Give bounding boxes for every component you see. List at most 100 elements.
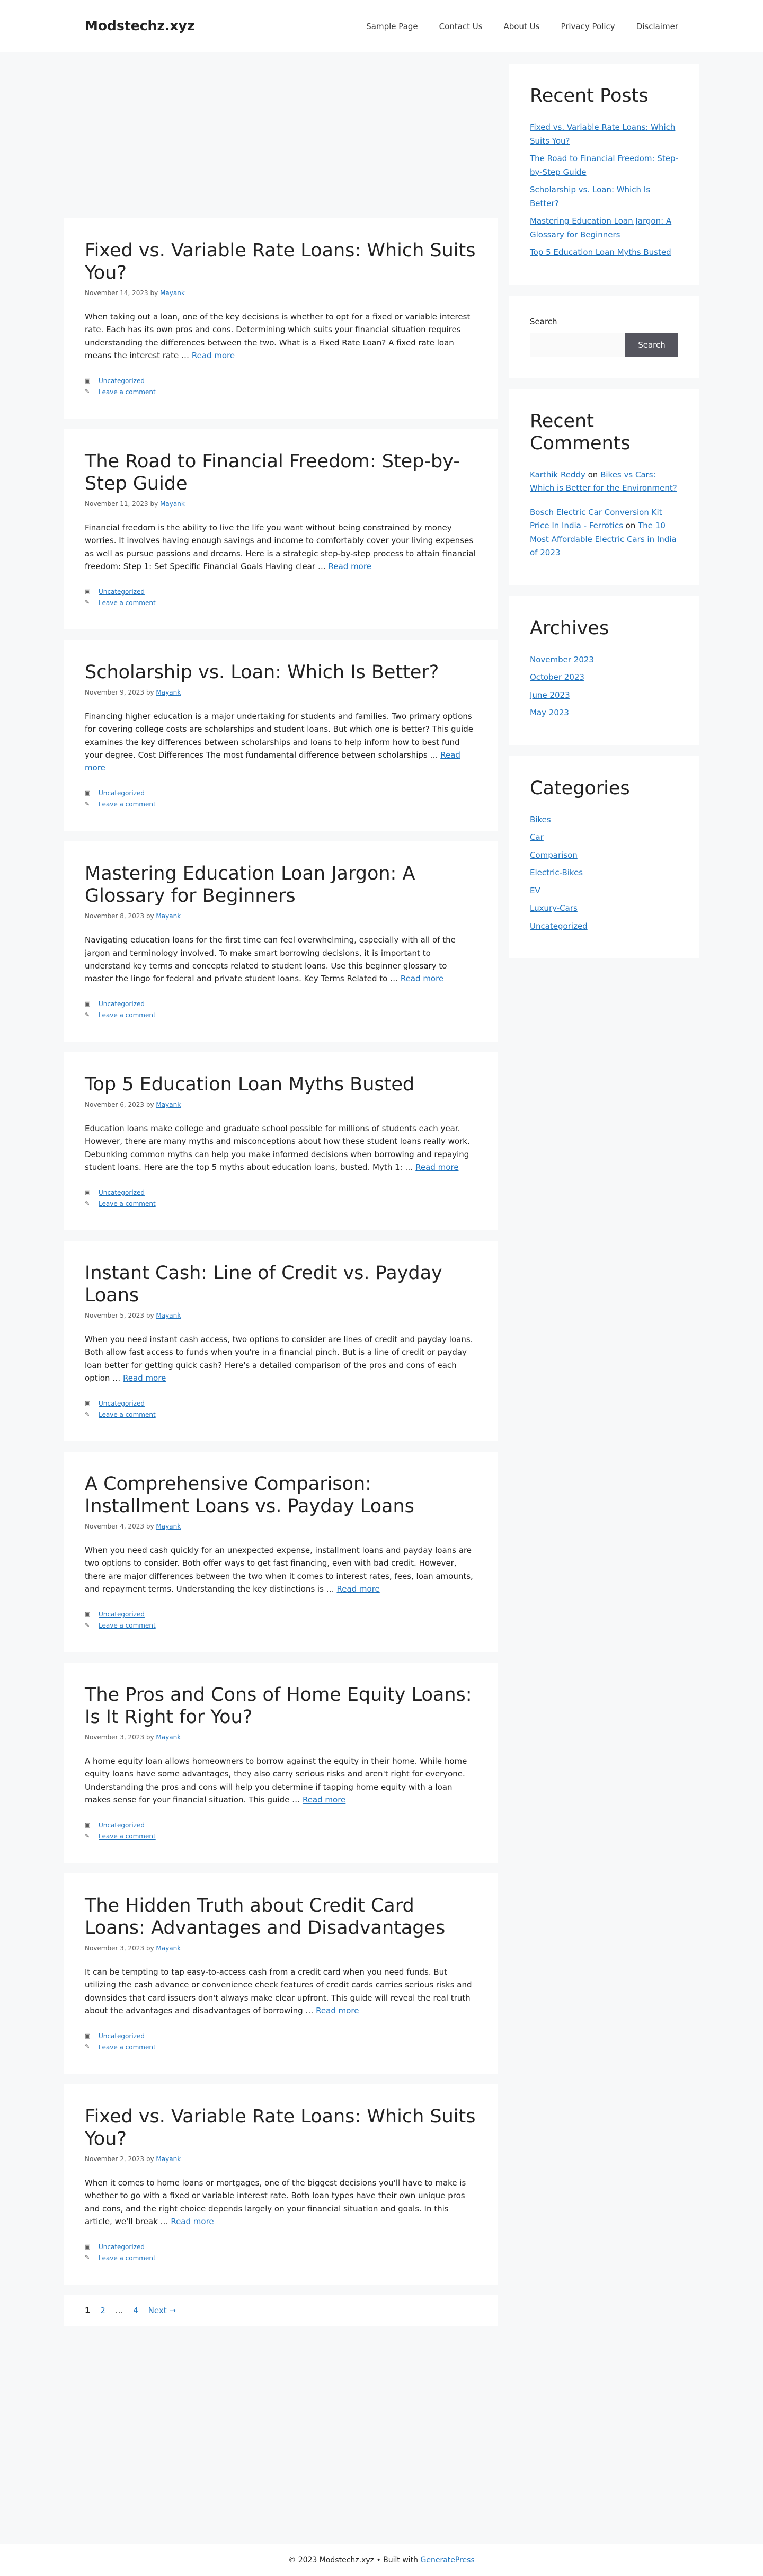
nav-privacy-policy[interactable]: Privacy Policy (561, 22, 615, 31)
pagination-page-2[interactable]: 2 (100, 2306, 105, 2315)
read-more-link[interactable]: Read more (316, 2006, 359, 2015)
category-link[interactable]: Luxury-Cars (530, 903, 578, 913)
leave-comment-link[interactable]: Leave a comment (99, 1620, 156, 1631)
post-title-link[interactable]: A Comprehensive Comparison: Installment … (85, 1473, 414, 1517)
post-title-link[interactable]: Fixed vs. Variable Rate Loans: Which Sui… (85, 240, 475, 283)
post-title-link[interactable]: Instant Cash: Line of Credit vs. Payday … (85, 1263, 442, 1306)
post-title[interactable]: The Hidden Truth about Credit Card Loans… (85, 1895, 477, 1939)
leave-comment-link[interactable]: Leave a comment (99, 1831, 156, 1842)
post-summary: A home equity loan allows homeowners to … (85, 1755, 477, 1806)
post-title[interactable]: Fixed vs. Variable Rate Loans: Which Sui… (85, 2106, 477, 2150)
post-title-link[interactable]: Mastering Education Loan Jargon: A Gloss… (85, 863, 415, 907)
post-summary: When taking out a loan, one of the key d… (85, 310, 477, 362)
post-author-link[interactable]: Mayank (156, 1944, 181, 1952)
post-date: November 14, 2023 (85, 289, 148, 297)
recent-post-link[interactable]: Top 5 Education Loan Myths Busted (530, 247, 671, 257)
post-excerpt: Financial freedom is the ability to live… (85, 522, 476, 571)
category-link[interactable]: Uncategorized (530, 921, 588, 931)
post-category-link[interactable]: Uncategorized (99, 1609, 145, 1620)
post-title[interactable]: Instant Cash: Line of Credit vs. Payday … (85, 1262, 477, 1307)
post-excerpt: A home equity loan allows homeowners to … (85, 1756, 467, 1805)
post-author-link[interactable]: Mayank (156, 1101, 181, 1108)
leave-comment-link[interactable]: Leave a comment (99, 1010, 156, 1020)
post-title[interactable]: A Comprehensive Comparison: Installment … (85, 1473, 477, 1517)
post-title-link[interactable]: The Pros and Cons of Home Equity Loans: … (85, 1684, 472, 1728)
archive-link[interactable]: November 2023 (530, 655, 594, 664)
read-more-link[interactable]: Read more (123, 1373, 166, 1383)
category-link[interactable]: Bikes (530, 815, 551, 824)
post-category-link[interactable]: Uncategorized (99, 788, 145, 798)
post-author-link[interactable]: Mayank (156, 2155, 181, 2163)
post-title[interactable]: Scholarship vs. Loan: Which Is Better? (85, 661, 477, 683)
leave-comment-link[interactable]: Leave a comment (99, 1198, 156, 1209)
pagination-last-page[interactable]: 4 (133, 2306, 138, 2315)
category-link[interactable]: Comparison (530, 850, 578, 860)
post-title-link[interactable]: Top 5 Education Loan Myths Busted (85, 1074, 414, 1095)
leave-comment-link[interactable]: Leave a comment (99, 387, 156, 397)
nav-about-us[interactable]: About Us (504, 22, 540, 31)
nav-contact-us[interactable]: Contact Us (439, 22, 483, 31)
recent-posts-widget: Recent Posts Fixed vs. Variable Rate Loa… (509, 64, 699, 285)
post-title[interactable]: The Road to Financial Freedom: Step-by-S… (85, 450, 477, 495)
post-category-link[interactable]: Uncategorized (99, 1398, 145, 1409)
post-author-link[interactable]: Mayank (156, 1312, 181, 1319)
read-more-link[interactable]: Read more (415, 1162, 458, 1172)
comment-author-link[interactable]: Karthik Reddy (530, 470, 585, 479)
post-title-link[interactable]: The Hidden Truth about Credit Card Loans… (85, 1895, 445, 1939)
site-title-link[interactable]: Modstechz.xyz (85, 18, 194, 33)
post-title[interactable]: Mastering Education Loan Jargon: A Gloss… (85, 863, 477, 907)
category-link[interactable]: Electric-Bikes (530, 868, 583, 877)
read-more-link[interactable]: Read more (303, 1795, 345, 1805)
leave-comment-link[interactable]: Leave a comment (99, 2253, 156, 2263)
post-excerpt: Navigating education loans for the first… (85, 935, 456, 984)
recent-post-link[interactable]: The Road to Financial Freedom: Step-by-S… (530, 154, 678, 177)
recent-post-link[interactable]: Mastering Education Loan Jargon: A Gloss… (530, 216, 671, 239)
post-list: Fixed vs. Variable Rate Loans: Which Sui… (64, 218, 498, 2326)
post-category-link[interactable]: Uncategorized (99, 587, 145, 597)
post-category-link[interactable]: Uncategorized (99, 1820, 145, 1831)
post-author-link[interactable]: Mayank (160, 289, 185, 297)
folder-icon: ▣ (85, 789, 91, 797)
recent-post-link[interactable]: Scholarship vs. Loan: Which Is Better? (530, 185, 650, 208)
read-more-link[interactable]: Read more (401, 974, 443, 983)
post-title-link[interactable]: Scholarship vs. Loan: Which Is Better? (85, 662, 439, 683)
read-more-link[interactable]: Read more (171, 2217, 214, 2226)
read-more-link[interactable]: Read more (336, 1584, 379, 1594)
leave-comment-link[interactable]: Leave a comment (99, 598, 156, 608)
post-title[interactable]: The Pros and Cons of Home Equity Loans: … (85, 1684, 477, 1728)
leave-comment-link[interactable]: Leave a comment (99, 1409, 156, 1420)
footer-generatepress-link[interactable]: GeneratePress (421, 2556, 475, 2564)
read-more-link[interactable]: Read more (329, 562, 371, 571)
post-summary: Education loans make college and graduat… (85, 1122, 477, 1174)
search-input[interactable] (530, 332, 625, 357)
category-link[interactable]: EV (530, 886, 540, 895)
search-button[interactable]: Search (625, 332, 678, 357)
nav-sample-page[interactable]: Sample Page (366, 22, 418, 31)
post-category-link[interactable]: Uncategorized (99, 2242, 145, 2252)
post-category-link[interactable]: Uncategorized (99, 999, 145, 1009)
leave-comment-link[interactable]: Leave a comment (99, 2042, 156, 2053)
nav-disclaimer[interactable]: Disclaimer (636, 22, 678, 31)
post-date: November 3, 2023 (85, 1734, 145, 1742)
post-author-link[interactable]: Mayank (156, 1523, 181, 1530)
category-link[interactable]: Car (530, 832, 544, 842)
post-author-link[interactable]: Mayank (156, 1734, 181, 1741)
post-title-link[interactable]: The Road to Financial Freedom: Step-by-S… (85, 451, 460, 494)
archive-link[interactable]: May 2023 (530, 708, 569, 717)
read-more-link[interactable]: Read more (192, 351, 235, 360)
recent-post-link[interactable]: Fixed vs. Variable Rate Loans: Which Sui… (530, 122, 675, 146)
post-author-link[interactable]: Mayank (156, 689, 181, 696)
leave-comment-link[interactable]: Leave a comment (99, 799, 156, 810)
post-author-link[interactable]: Mayank (160, 500, 185, 508)
folder-icon: ▣ (85, 588, 91, 595)
archive-link[interactable]: October 2023 (530, 672, 584, 682)
post-title-link[interactable]: Fixed vs. Variable Rate Loans: Which Sui… (85, 2106, 475, 2149)
pagination-next[interactable]: Next → (148, 2306, 176, 2315)
post-category-link[interactable]: Uncategorized (99, 1187, 145, 1198)
post-author-link[interactable]: Mayank (156, 912, 181, 920)
post-category-link[interactable]: Uncategorized (99, 2031, 145, 2041)
post-title[interactable]: Top 5 Education Loan Myths Busted (85, 1073, 477, 1096)
post-title[interactable]: Fixed vs. Variable Rate Loans: Which Sui… (85, 239, 477, 284)
archive-link[interactable]: June 2023 (530, 690, 570, 700)
post-category-link[interactable]: Uncategorized (99, 376, 145, 386)
